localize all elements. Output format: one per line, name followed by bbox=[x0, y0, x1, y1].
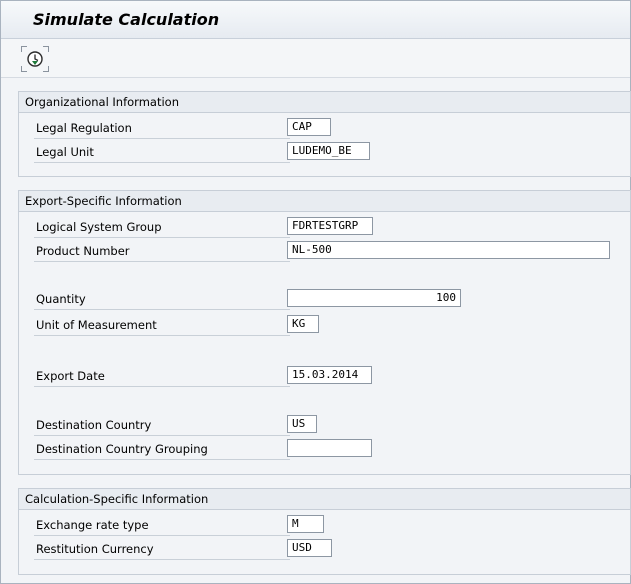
page-title: Simulate Calculation bbox=[33, 10, 220, 29]
legal-regulation-label: Legal Regulation bbox=[36, 121, 132, 135]
logical-system-group-label: Logical System Group bbox=[36, 220, 162, 234]
toolbar bbox=[1, 39, 630, 78]
destination-grouping-row: Destination Country Grouping bbox=[34, 439, 290, 460]
app-window: Simulate Calculation Organizational Info… bbox=[0, 0, 631, 584]
legal-unit-label: Legal Unit bbox=[36, 145, 94, 159]
quantity-field[interactable]: 100 bbox=[287, 289, 461, 307]
restitution-currency-label: Restitution Currency bbox=[36, 542, 154, 556]
group-title: Export-Specific Information bbox=[25, 194, 182, 208]
export-date-field[interactable]: 15.03.2014 bbox=[287, 366, 372, 384]
unit-of-measurement-field[interactable]: KG bbox=[287, 315, 319, 333]
exchange-rate-field[interactable]: M bbox=[287, 515, 324, 533]
group-title: Organizational Information bbox=[25, 95, 179, 109]
group-title: Calculation-Specific Information bbox=[25, 492, 209, 506]
product-number-label: Product Number bbox=[36, 244, 130, 258]
group-header: Organizational Information bbox=[19, 92, 630, 113]
logical-system-group-field[interactable]: FDRTESTGRP bbox=[287, 217, 373, 235]
logical-system-group-row: Logical System Group bbox=[34, 217, 290, 238]
exchange-rate-row: Exchange rate type bbox=[34, 515, 290, 536]
quantity-row: Quantity bbox=[34, 289, 290, 310]
calculation-info-group: Calculation-Specific Information Exchang… bbox=[18, 488, 631, 575]
quantity-label: Quantity bbox=[36, 292, 86, 306]
product-number-row: Product Number bbox=[34, 241, 290, 262]
title-bar: Simulate Calculation bbox=[1, 1, 630, 39]
legal-unit-field[interactable]: LUDEMO_BE bbox=[287, 142, 370, 160]
organizational-info-group: Organizational Information Legal Regulat… bbox=[18, 91, 631, 177]
legal-regulation-field[interactable]: CAP bbox=[287, 118, 331, 136]
unit-of-measurement-row: Unit of Measurement bbox=[34, 315, 290, 336]
destination-country-field[interactable]: US bbox=[287, 415, 317, 433]
unit-of-measurement-label: Unit of Measurement bbox=[36, 318, 157, 332]
export-date-row: Export Date bbox=[34, 366, 290, 387]
exchange-rate-label: Exchange rate type bbox=[36, 518, 149, 532]
group-header: Export-Specific Information bbox=[19, 191, 630, 212]
execute-button[interactable] bbox=[21, 46, 49, 72]
group-header: Calculation-Specific Information bbox=[19, 489, 630, 510]
legal-regulation-row: Legal Regulation bbox=[34, 118, 290, 139]
destination-country-row: Destination Country bbox=[34, 415, 290, 436]
legal-unit-row: Legal Unit bbox=[34, 142, 290, 163]
export-info-group: Export-Specific Information Logical Syst… bbox=[18, 190, 631, 475]
export-date-label: Export Date bbox=[36, 369, 105, 383]
destination-grouping-label: Destination Country Grouping bbox=[36, 442, 208, 456]
product-number-field[interactable]: NL-500 bbox=[287, 241, 610, 259]
restitution-currency-row: Restitution Currency bbox=[34, 539, 290, 560]
destination-country-label: Destination Country bbox=[36, 418, 152, 432]
restitution-currency-field[interactable]: USD bbox=[287, 539, 332, 557]
execute-clock-icon bbox=[27, 51, 43, 67]
destination-grouping-field[interactable] bbox=[287, 439, 372, 457]
